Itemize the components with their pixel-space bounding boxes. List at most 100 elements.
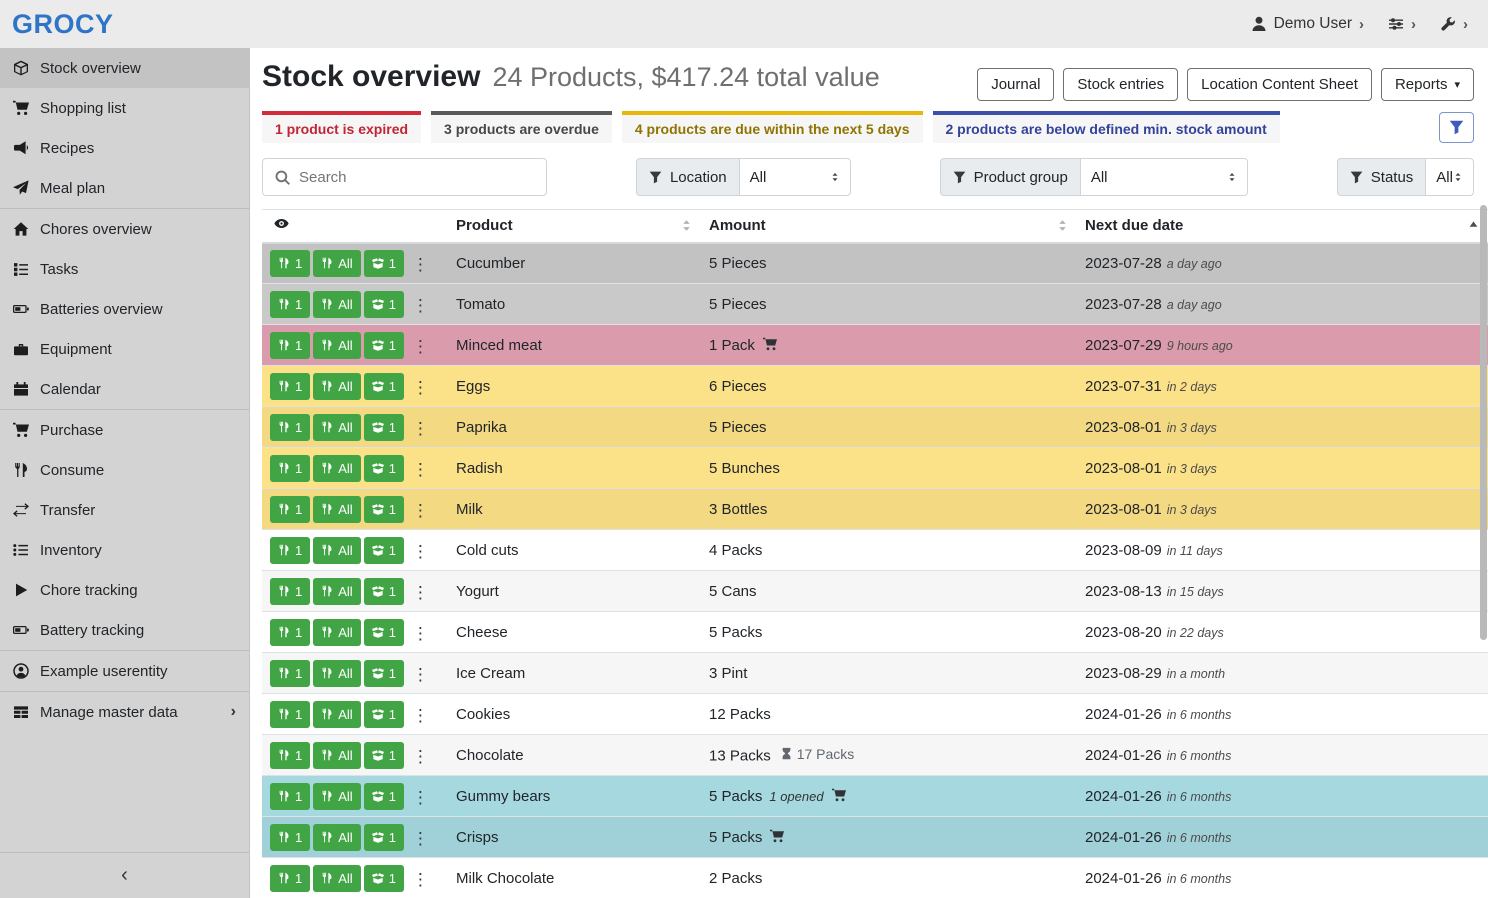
open-one-button[interactable]: 1 <box>364 865 404 892</box>
consume-all-button[interactable]: All <box>313 291 360 318</box>
open-one-button[interactable]: 1 <box>364 701 404 728</box>
product-name[interactable]: Yogurt <box>448 571 701 612</box>
sidebar-item-equipment[interactable]: Equipment <box>0 329 249 369</box>
location-content-sheet-button[interactable]: Location Content Sheet <box>1187 68 1372 101</box>
product-name[interactable]: Radish <box>448 448 701 489</box>
open-one-button[interactable]: 1 <box>364 250 404 277</box>
consume-one-button[interactable]: 1 <box>270 742 310 769</box>
row-menu-button[interactable]: ⋮ <box>407 665 434 685</box>
table-row[interactable]: 1All1⋮Minced meat1 Pack2023-07-299 hours… <box>262 325 1488 366</box>
consume-one-button[interactable]: 1 <box>270 824 310 851</box>
consume-one-button[interactable]: 1 <box>270 783 310 810</box>
product-name[interactable]: Milk Chocolate <box>448 858 701 898</box>
product-name[interactable]: Paprika <box>448 407 701 448</box>
consume-one-button[interactable]: 1 <box>270 250 310 277</box>
sidebar-item-meal-plan[interactable]: Meal plan <box>0 168 249 208</box>
sidebar-item-chores-overview[interactable]: Chores overview <box>0 209 249 249</box>
open-one-button[interactable]: 1 <box>364 291 404 318</box>
sidebar-collapse-button[interactable]: ‹ <box>0 852 249 898</box>
product-name[interactable]: Tomato <box>448 284 701 325</box>
product-name[interactable]: Ice Cream <box>448 653 701 694</box>
product-name[interactable]: Cold cuts <box>448 530 701 571</box>
sidebar-item-shopping-list[interactable]: Shopping list <box>0 88 249 128</box>
filter-status-select[interactable]: All <box>1425 158 1474 196</box>
sidebar-item-chore-tracking[interactable]: Chore tracking <box>0 570 249 610</box>
product-name[interactable]: Cucumber <box>448 243 701 284</box>
table-row[interactable]: 1All1⋮Crisps5 Packs2024-01-26in 6 months <box>262 817 1488 858</box>
stock-entries-button[interactable]: Stock entries <box>1063 68 1178 101</box>
consume-all-button[interactable]: All <box>313 455 360 482</box>
app-logo[interactable]: GROCY <box>12 9 114 40</box>
table-row[interactable]: 1All1⋮Milk3 Bottles2023-08-01in 3 days <box>262 489 1488 530</box>
consume-one-button[interactable]: 1 <box>270 414 310 441</box>
sidebar-item-consume[interactable]: Consume <box>0 450 249 490</box>
eye-icon[interactable] <box>274 216 289 231</box>
vertical-scrollbar[interactable] <box>1480 205 1487 640</box>
sidebar-item-stock-overview[interactable]: Stock overview <box>0 48 249 88</box>
column-header-amount[interactable]: Amount <box>701 210 1077 243</box>
status-banner-due-soon[interactable]: 4 products are due within the next 5 day… <box>622 111 923 143</box>
search-input[interactable] <box>299 169 534 186</box>
open-one-button[interactable]: 1 <box>364 496 404 523</box>
column-header-next-due-date[interactable]: Next due date <box>1077 210 1488 243</box>
open-one-button[interactable]: 1 <box>364 742 404 769</box>
sidebar-item-purchase[interactable]: Purchase <box>0 410 249 450</box>
consume-all-button[interactable]: All <box>313 332 360 359</box>
status-banner-expired[interactable]: 1 product is expired <box>262 111 421 143</box>
table-row[interactable]: 1All1⋮Paprika5 Pieces2023-08-01in 3 days <box>262 407 1488 448</box>
sidebar-item-transfer[interactable]: Transfer <box>0 490 249 530</box>
consume-all-button[interactable]: All <box>313 865 360 892</box>
reports-button[interactable]: Reports▾ <box>1381 68 1474 101</box>
row-menu-button[interactable]: ⋮ <box>407 255 434 275</box>
consume-one-button[interactable]: 1 <box>270 619 310 646</box>
product-name[interactable]: Cheese <box>448 612 701 653</box>
row-menu-button[interactable]: ⋮ <box>407 337 434 357</box>
consume-all-button[interactable]: All <box>313 783 360 810</box>
row-menu-button[interactable]: ⋮ <box>407 788 434 808</box>
table-row[interactable]: 1All1⋮Ice Cream3 Pint2023-08-29in a mont… <box>262 653 1488 694</box>
row-menu-button[interactable]: ⋮ <box>407 583 434 603</box>
open-one-button[interactable]: 1 <box>364 660 404 687</box>
sidebar-item-inventory[interactable]: Inventory <box>0 530 249 570</box>
consume-all-button[interactable]: All <box>313 578 360 605</box>
table-row[interactable]: 1All1⋮Cheese5 Packs2023-08-20in 22 days <box>262 612 1488 653</box>
row-menu-button[interactable]: ⋮ <box>407 501 434 521</box>
sidebar-item-calendar[interactable]: Calendar <box>0 369 249 409</box>
consume-one-button[interactable]: 1 <box>270 660 310 687</box>
sidebar-item-example-userentity[interactable]: Example userentity <box>0 651 249 691</box>
sidebar-item-recipes[interactable]: Recipes <box>0 128 249 168</box>
clear-filters-button[interactable] <box>1439 112 1474 143</box>
table-row[interactable]: 1All1⋮Cucumber5 Pieces2023-07-28a day ag… <box>262 243 1488 284</box>
table-row[interactable]: 1All1⋮Eggs6 Pieces2023-07-31in 2 days <box>262 366 1488 407</box>
consume-one-button[interactable]: 1 <box>270 291 310 318</box>
consume-all-button[interactable]: All <box>313 496 360 523</box>
table-row[interactable]: 1All1⋮Tomato5 Pieces2023-07-28a day ago <box>262 284 1488 325</box>
open-one-button[interactable]: 1 <box>364 373 404 400</box>
consume-one-button[interactable]: 1 <box>270 701 310 728</box>
filter-product-group-select[interactable]: All <box>1080 158 1248 196</box>
open-one-button[interactable]: 1 <box>364 537 404 564</box>
status-banner-below-min[interactable]: 2 products are below defined min. stock … <box>933 111 1280 143</box>
consume-one-button[interactable]: 1 <box>270 578 310 605</box>
table-row[interactable]: 1All1⋮Chocolate13 Packs17 Packs2024-01-2… <box>262 735 1488 776</box>
open-one-button[interactable]: 1 <box>364 824 404 851</box>
open-one-button[interactable]: 1 <box>364 332 404 359</box>
table-row[interactable]: 1All1⋮Cold cuts4 Packs2023-08-09in 11 da… <box>262 530 1488 571</box>
filter-location-select[interactable]: All <box>739 158 851 196</box>
row-menu-button[interactable]: ⋮ <box>407 747 434 767</box>
open-one-button[interactable]: 1 <box>364 414 404 441</box>
product-name[interactable]: Milk <box>448 489 701 530</box>
consume-all-button[interactable]: All <box>313 660 360 687</box>
table-row[interactable]: 1All1⋮Yogurt5 Cans2023-08-13in 15 days <box>262 571 1488 612</box>
table-row[interactable]: 1All1⋮Cookies12 Packs2024-01-26in 6 mont… <box>262 694 1488 735</box>
consume-one-button[interactable]: 1 <box>270 332 310 359</box>
row-menu-button[interactable]: ⋮ <box>407 624 434 644</box>
row-menu-button[interactable]: ⋮ <box>407 460 434 480</box>
consume-one-button[interactable]: 1 <box>270 373 310 400</box>
consume-all-button[interactable]: All <box>313 619 360 646</box>
row-menu-button[interactable]: ⋮ <box>407 296 434 316</box>
product-name[interactable]: Minced meat <box>448 325 701 366</box>
open-one-button[interactable]: 1 <box>364 455 404 482</box>
consume-one-button[interactable]: 1 <box>270 537 310 564</box>
open-one-button[interactable]: 1 <box>364 578 404 605</box>
